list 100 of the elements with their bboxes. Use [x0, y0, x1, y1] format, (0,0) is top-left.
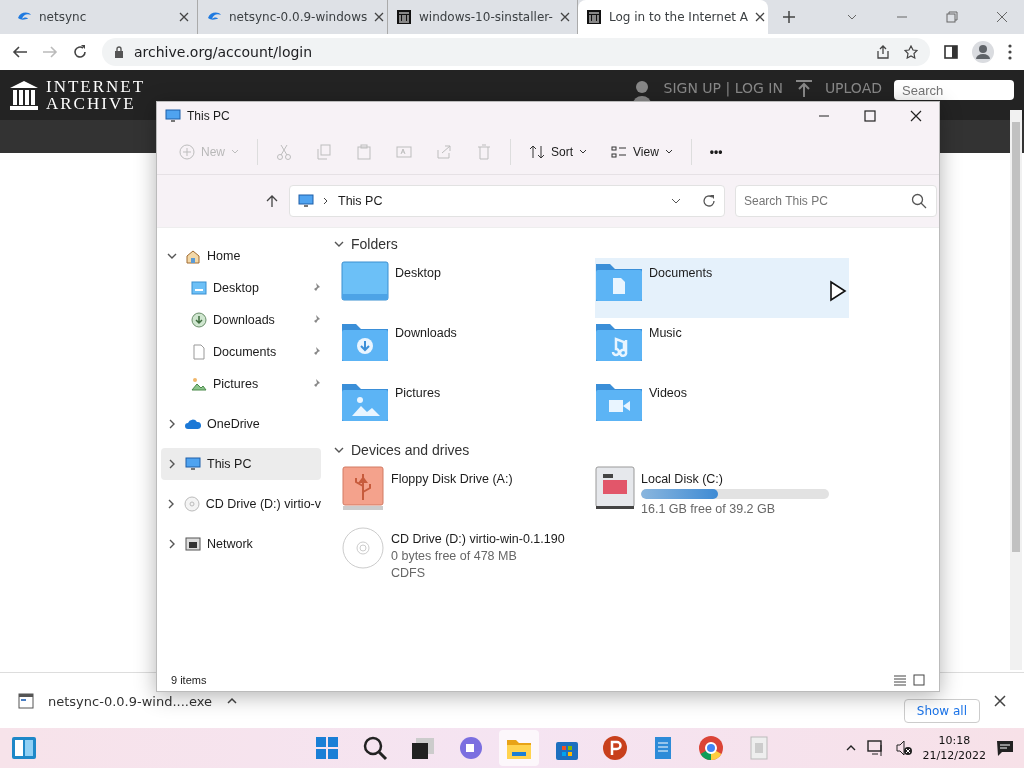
- browser-tab[interactable]: windows-10-sinstaller-: [388, 0, 578, 34]
- breadcrumb-item[interactable]: This PC: [338, 194, 383, 208]
- folder-item[interactable]: Downloads: [341, 318, 595, 378]
- monitor-icon: [341, 260, 389, 302]
- search-field[interactable]: Search This PC: [735, 185, 937, 217]
- document-icon: [191, 344, 207, 360]
- back-arrow-icon[interactable]: [12, 44, 28, 60]
- folder-item[interactable]: Pictures: [341, 378, 595, 438]
- details-view-icon[interactable]: [893, 674, 907, 686]
- task-view-icon: [410, 735, 436, 761]
- list-view-icon: [611, 144, 628, 160]
- picture-icon: [191, 376, 207, 392]
- drive-item[interactable]: Floppy Disk Drive (A:): [341, 464, 595, 524]
- profile-icon[interactable]: [972, 41, 994, 63]
- download-filename[interactable]: netsync-0.0.9-wind....exe: [48, 693, 212, 709]
- browser-tab[interactable]: netsync-0.0.9-windows: [198, 0, 388, 34]
- view-button[interactable]: View: [601, 136, 683, 168]
- nav-item[interactable]: OneDrive: [161, 408, 321, 440]
- nav-item[interactable]: Documents: [161, 336, 321, 368]
- reload-icon[interactable]: [72, 44, 88, 60]
- section-heading: Folders: [351, 236, 398, 252]
- restore-icon[interactable]: [946, 11, 958, 23]
- more-vertical-icon[interactable]: [1008, 44, 1012, 60]
- chevron-down-icon: [579, 148, 588, 156]
- scrollbar[interactable]: [1010, 110, 1022, 670]
- chevron-right-icon: [322, 197, 330, 205]
- close-icon[interactable]: [910, 110, 922, 122]
- folder-item[interactable]: Videos: [595, 378, 849, 438]
- star-icon[interactable]: [904, 45, 918, 59]
- p-logo-icon: [602, 735, 628, 761]
- folder-item[interactable]: Music: [595, 318, 849, 378]
- temple-icon: [396, 9, 412, 25]
- sort-button[interactable]: Sort: [519, 136, 598, 168]
- rename-icon: [396, 144, 412, 160]
- address-bar[interactable]: This PC: [289, 185, 725, 217]
- up-arrow-icon[interactable]: [265, 194, 279, 208]
- folder-item[interactable]: Desktop: [341, 258, 595, 318]
- browser-tab[interactable]: Log in to the Internet A: [578, 0, 768, 34]
- plus-icon[interactable]: [782, 10, 796, 24]
- upload-link[interactable]: UPLOAD: [824, 80, 882, 96]
- close-icon[interactable]: [179, 12, 189, 22]
- file-icon[interactable]: [18, 693, 34, 709]
- computer-icon: [165, 108, 181, 124]
- plus-circle-icon: [179, 144, 195, 160]
- chevron-down-icon: [231, 148, 239, 156]
- tiles-view-icon[interactable]: [913, 674, 925, 686]
- drive-item[interactable]: CD Drive (D:) virtio-win-0.1.190 0 bytes free of 478 MB CDFS: [341, 524, 595, 582]
- site-logo-text[interactable]: INTERNET ARCHIVE: [46, 78, 146, 112]
- more-options-button[interactable]: •••: [699, 136, 733, 168]
- usb-drive-icon: [341, 466, 385, 512]
- share-icon[interactable]: [876, 45, 890, 59]
- computer-icon: [185, 456, 201, 472]
- chrome-icon: [698, 735, 724, 761]
- window-title: This PC: [187, 109, 230, 123]
- browser-tab[interactable]: netsync: [8, 0, 198, 34]
- maximize-icon[interactable]: [864, 110, 876, 122]
- disc-icon: [341, 526, 385, 570]
- nav-item[interactable]: This PC: [161, 448, 321, 480]
- section-heading: Devices and drives: [351, 442, 470, 458]
- side-panel-icon[interactable]: [944, 45, 958, 59]
- nav-item[interactable]: Desktop: [161, 272, 321, 304]
- disc-icon: [183, 496, 200, 512]
- folder-item[interactable]: Documents: [595, 258, 849, 318]
- notification-icon[interactable]: [996, 739, 1014, 757]
- upload-icon[interactable]: [794, 80, 813, 98]
- temple-icon: [586, 9, 602, 25]
- download-icon: [191, 312, 207, 328]
- show-all-button[interactable]: Show all: [903, 699, 980, 723]
- sort-icon: [529, 144, 545, 160]
- close-icon[interactable]: [755, 12, 766, 22]
- refresh-icon[interactable]: [702, 194, 716, 208]
- share-icon: [436, 144, 452, 160]
- drive-item[interactable]: Local Disk (C:) 16.1 GB free of 39.2 GB: [595, 464, 849, 524]
- clock[interactable]: 10:18 21/12/2022: [922, 733, 986, 763]
- chevron-down-icon: [664, 148, 673, 156]
- address-bar[interactable]: archive.org/account/login: [102, 38, 930, 66]
- cursor-icon: [829, 280, 847, 302]
- search-field[interactable]: Search: [894, 80, 1014, 100]
- nav-item[interactable]: Network: [161, 528, 321, 560]
- copy-icon: [316, 144, 332, 160]
- close-icon[interactable]: [559, 12, 570, 22]
- windows-logo-icon: [314, 735, 340, 761]
- nav-item[interactable]: Pictures: [161, 368, 321, 400]
- nav-item[interactable]: Downloads: [161, 304, 321, 336]
- muted-speaker-icon[interactable]: [894, 739, 913, 757]
- clipboard-icon: [356, 144, 372, 160]
- computer-icon: [298, 193, 314, 209]
- widgets-icon[interactable]: [11, 736, 37, 760]
- sign-in-link[interactable]: SIGN UP | LOG IN: [663, 80, 783, 96]
- nav-item[interactable]: CD Drive (D:) virtio-v: [161, 488, 321, 520]
- house-icon: [185, 248, 201, 264]
- nav-item[interactable]: Home: [161, 240, 321, 272]
- trash-icon: [476, 144, 492, 160]
- hard-drive-icon: [595, 466, 635, 510]
- close-icon[interactable]: [994, 695, 1006, 707]
- network-status-icon[interactable]: [866, 739, 885, 757]
- network-icon: [185, 536, 201, 552]
- search-icon: [362, 735, 388, 761]
- close-icon[interactable]: [374, 12, 385, 22]
- temple-icon[interactable]: [10, 80, 38, 110]
